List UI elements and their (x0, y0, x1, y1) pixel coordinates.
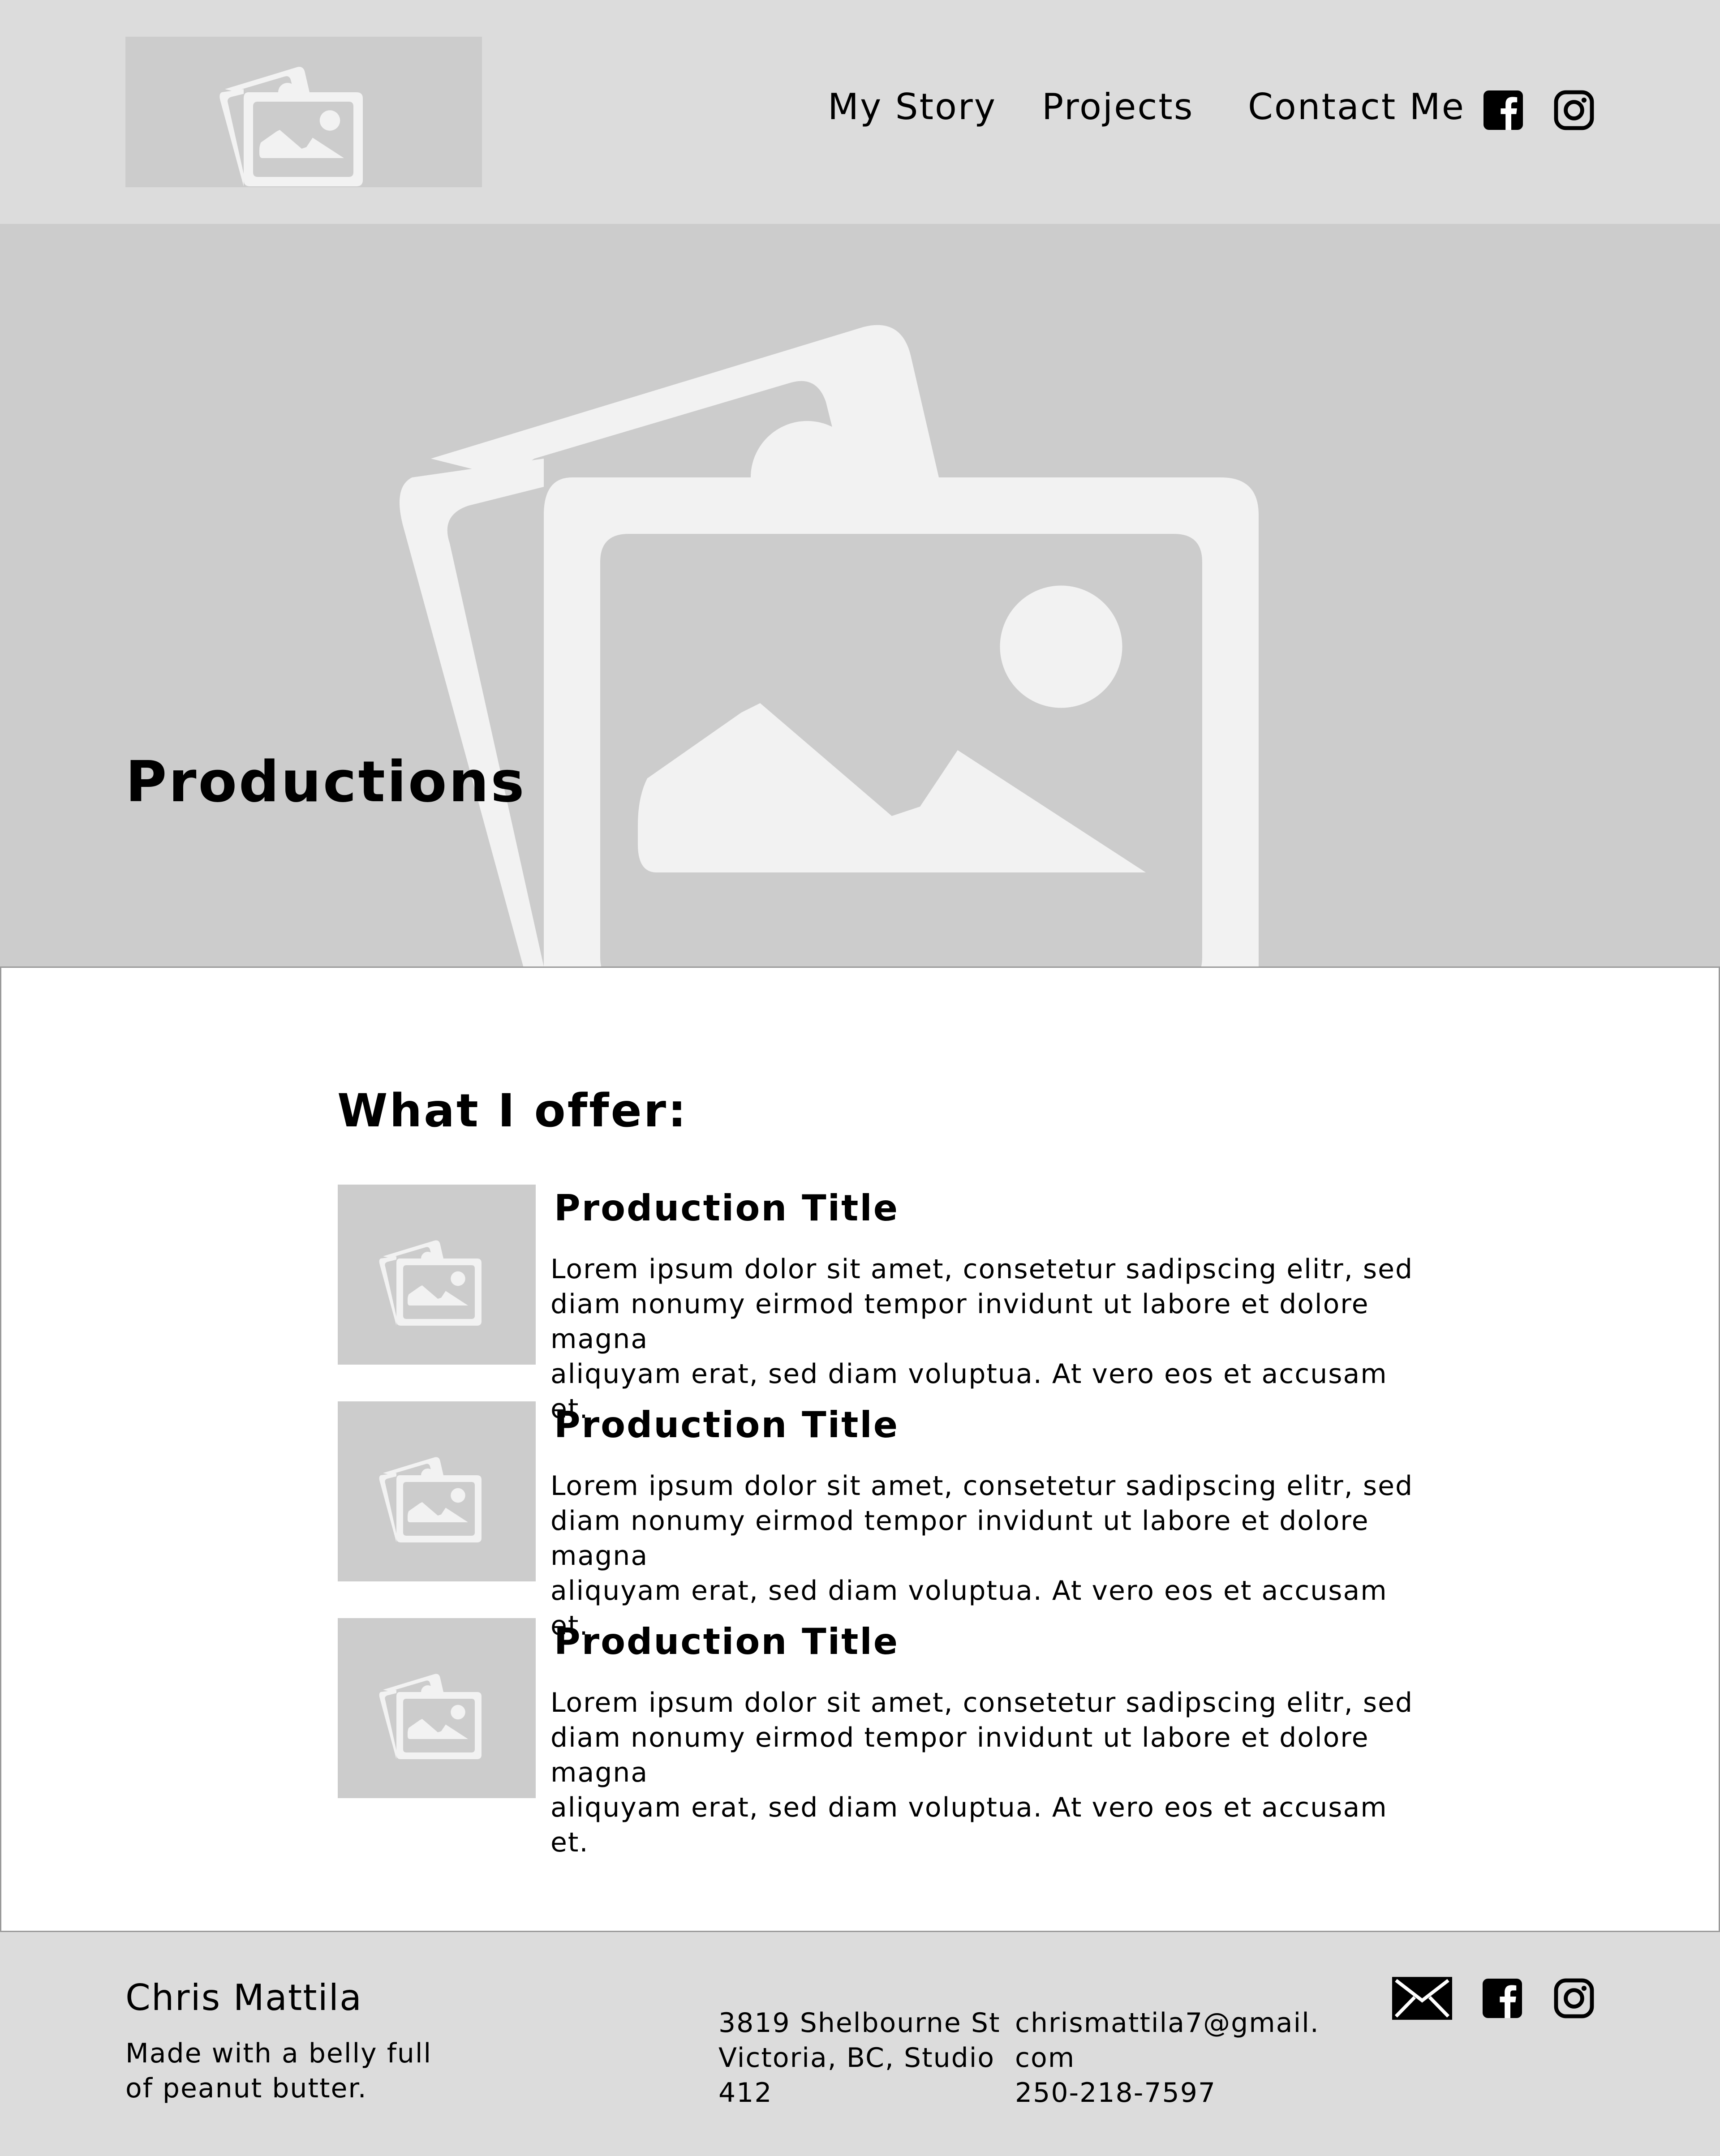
logo-image[interactable] (125, 37, 482, 187)
site-header: My Story Projects Contact Me (0, 0, 1720, 224)
mail-icon[interactable] (1392, 1977, 1452, 2020)
image-placeholder-icon (379, 1674, 482, 1759)
facebook-icon[interactable] (1482, 89, 1525, 132)
section-heading: What I offer: (337, 1084, 688, 1138)
production-description: Lorem ipsum dolor sit amet, consetetur s… (550, 1470, 1414, 1641)
image-placeholder-icon (379, 1457, 482, 1542)
production-image[interactable] (338, 1185, 536, 1365)
nav-contact-me[interactable]: Contact Me (1248, 86, 1465, 128)
production-title: Production Title (554, 1187, 899, 1229)
nav-my-story[interactable]: My Story (828, 86, 997, 128)
production-image[interactable] (338, 1401, 536, 1581)
nav-projects[interactable]: Projects (1042, 86, 1194, 128)
image-placeholder-icon (400, 325, 1259, 967)
production-title: Production Title (554, 1404, 899, 1446)
main-content: What I offer: Production Title Lorem ips… (0, 966, 1720, 1932)
image-placeholder-icon (219, 67, 363, 186)
instagram-icon[interactable] (1552, 1977, 1595, 2020)
image-placeholder-icon (379, 1240, 482, 1326)
footer-address: 3819 Shelbourne St Victoria, BC, Studio … (718, 2007, 1001, 2109)
site-footer: Chris Mattila Made with a belly full of … (0, 1932, 1720, 2156)
production-title: Production Title (554, 1621, 899, 1662)
production-image[interactable] (338, 1618, 536, 1798)
facebook-icon[interactable] (1481, 1977, 1524, 2020)
production-description: Lorem ipsum dolor sit amet, consetetur s… (550, 1254, 1414, 1425)
instagram-icon[interactable] (1552, 89, 1595, 132)
footer-tagline: Made with a belly full of peanut butter. (125, 2038, 432, 2104)
footer-contact[interactable]: chrismattila7@gmail. com 250-218-7597 (1015, 2006, 1320, 2110)
hero-banner: Productions (0, 224, 1720, 967)
page-title: Productions (125, 749, 526, 815)
production-description: Lorem ipsum dolor sit amet, consetetur s… (550, 1687, 1414, 1858)
footer-name: Chris Mattila (125, 1977, 363, 2019)
